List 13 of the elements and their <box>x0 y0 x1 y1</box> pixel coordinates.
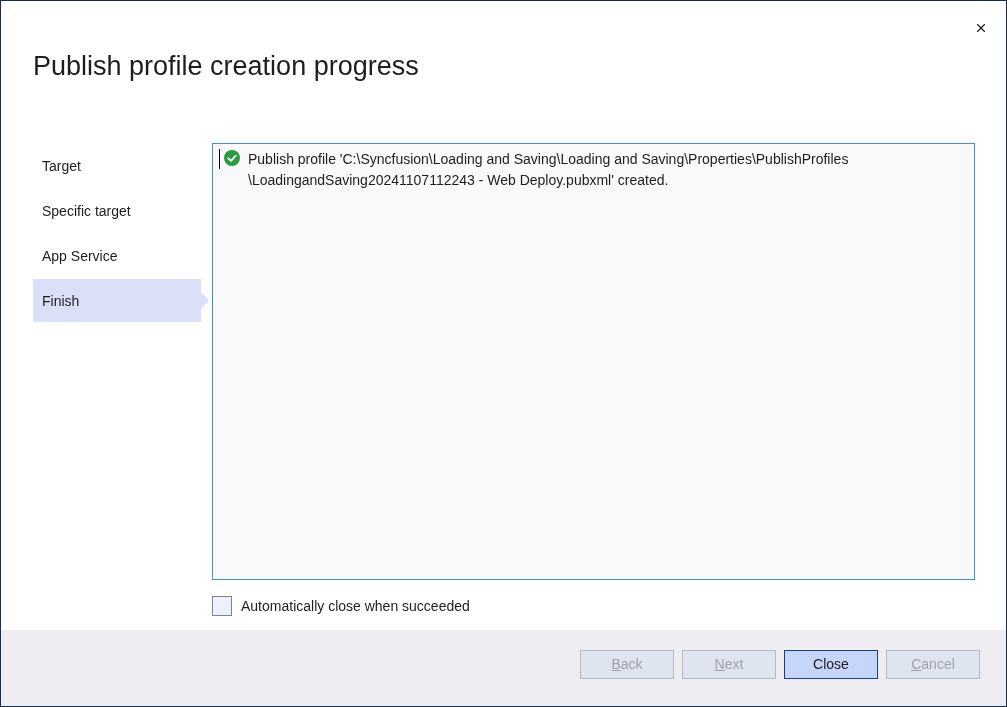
dialog-title: Publish profile creation progress <box>33 50 419 83</box>
auto-close-label: Automatically close when succeeded <box>241 598 470 614</box>
log-message: Publish profile 'C:\Syncfusion\Loading and Saving\Loading and Saving\Properties\PublishProfiles \LoadingandSaving20241107112243 - Web Deploy.pubxml' created. <box>248 150 849 190</box>
step-item[interactable]: Finish <box>33 279 209 322</box>
output-log[interactable]: Publish profile 'C:\Syncfusion\Loading and Saving\Loading and Saving\Properties\PublishProfiles \LoadingandSaving20241107112243 - Web Deploy.pubxml' created. <box>212 143 975 580</box>
step-item[interactable]: Specific target <box>33 189 209 232</box>
close-icon <box>974 21 988 35</box>
text-cursor <box>219 149 220 169</box>
dialog-button[interactable]: Close <box>784 650 878 679</box>
step-item[interactable]: App Service <box>33 234 209 277</box>
step-item[interactable]: Target <box>33 144 209 187</box>
auto-close-checkbox[interactable] <box>212 596 232 616</box>
check-circle-icon <box>224 150 240 166</box>
